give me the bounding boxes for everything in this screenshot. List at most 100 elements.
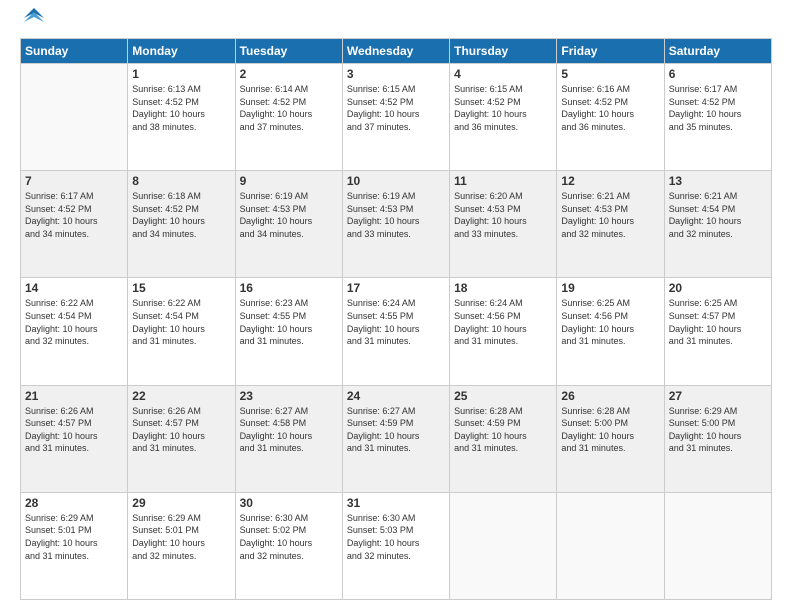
week-row-1: 1 Sunrise: 6:13 AM Sunset: 4:52 PM Daylig…: [21, 64, 772, 171]
day-info: Sunrise: 6:28 AM Sunset: 5:00 PM Dayligh…: [561, 405, 659, 455]
day-info: Sunrise: 6:24 AM Sunset: 4:55 PM Dayligh…: [347, 297, 445, 347]
day-number: 16: [240, 281, 338, 295]
day-header-monday: Monday: [128, 39, 235, 64]
calendar-cell: 1 Sunrise: 6:13 AM Sunset: 4:52 PM Daylig…: [128, 64, 235, 171]
calendar-cell: 2 Sunrise: 6:14 AM Sunset: 4:52 PM Daylig…: [235, 64, 342, 171]
day-info: Sunrise: 6:17 AM Sunset: 4:52 PM Dayligh…: [25, 190, 123, 240]
day-info: Sunrise: 6:26 AM Sunset: 4:57 PM Dayligh…: [132, 405, 230, 455]
day-number: 20: [669, 281, 767, 295]
calendar-cell: 14 Sunrise: 6:22 AM Sunset: 4:54 PM Dayli…: [21, 278, 128, 385]
day-number: 10: [347, 174, 445, 188]
day-number: 29: [132, 496, 230, 510]
day-number: 5: [561, 67, 659, 81]
day-info: Sunrise: 6:14 AM Sunset: 4:52 PM Dayligh…: [240, 83, 338, 133]
calendar-cell: 16 Sunrise: 6:23 AM Sunset: 4:55 PM Dayli…: [235, 278, 342, 385]
calendar-cell: 11Sunrise: 6:20 AM Sunset: 4:53 PM Dayli…: [450, 171, 557, 278]
calendar-cell: [557, 492, 664, 599]
day-info: Sunrise: 6:21 AM Sunset: 4:53 PM Dayligh…: [561, 190, 659, 240]
calendar-cell: 28 Sunrise: 6:29 AM Sunset: 5:01 PM Dayli…: [21, 492, 128, 599]
day-info: Sunrise: 6:15 AM Sunset: 4:52 PM Dayligh…: [347, 83, 445, 133]
calendar-cell: 22 Sunrise: 6:26 AM Sunset: 4:57 PM Dayli…: [128, 385, 235, 492]
day-info: Sunrise: 6:22 AM Sunset: 4:54 PM Dayligh…: [25, 297, 123, 347]
day-number: 1: [132, 67, 230, 81]
day-info: Sunrise: 6:19 AM Sunset: 4:53 PM Dayligh…: [240, 190, 338, 240]
calendar-cell: 24Sunrise: 6:27 AM Sunset: 4:59 PM Dayli…: [342, 385, 449, 492]
logo: [20, 18, 44, 28]
week-row-3: 14 Sunrise: 6:22 AM Sunset: 4:54 PM Dayli…: [21, 278, 772, 385]
day-number: 24: [347, 389, 445, 403]
calendar-table: SundayMondayTuesdayWednesdayThursdayFrid…: [20, 38, 772, 600]
day-info: Sunrise: 6:29 AM Sunset: 5:01 PM Dayligh…: [132, 512, 230, 562]
day-info: Sunrise: 6:30 AM Sunset: 5:02 PM Dayligh…: [240, 512, 338, 562]
calendar-cell: 7 Sunrise: 6:17 AM Sunset: 4:52 PM Daylig…: [21, 171, 128, 278]
day-info: Sunrise: 6:18 AM Sunset: 4:52 PM Dayligh…: [132, 190, 230, 240]
calendar-cell: 3 Sunrise: 6:15 AM Sunset: 4:52 PM Daylig…: [342, 64, 449, 171]
day-number: 25: [454, 389, 552, 403]
calendar-cell: 26 Sunrise: 6:28 AM Sunset: 5:00 PM Dayli…: [557, 385, 664, 492]
header: [20, 18, 772, 28]
calendar-cell: [664, 492, 771, 599]
calendar-cell: 10 Sunrise: 6:19 AM Sunset: 4:53 PM Dayli…: [342, 171, 449, 278]
calendar-cell: 21Sunrise: 6:26 AM Sunset: 4:57 PM Dayli…: [21, 385, 128, 492]
calendar-cell: [450, 492, 557, 599]
calendar-cell: 29 Sunrise: 6:29 AM Sunset: 5:01 PM Dayli…: [128, 492, 235, 599]
day-info: Sunrise: 6:29 AM Sunset: 5:00 PM Dayligh…: [669, 405, 767, 455]
day-header-thursday: Thursday: [450, 39, 557, 64]
week-row-5: 28 Sunrise: 6:29 AM Sunset: 5:01 PM Dayli…: [21, 492, 772, 599]
day-info: Sunrise: 6:21 AM Sunset: 4:54 PM Dayligh…: [669, 190, 767, 240]
day-info: Sunrise: 6:29 AM Sunset: 5:01 PM Dayligh…: [25, 512, 123, 562]
day-header-saturday: Saturday: [664, 39, 771, 64]
day-number: 13: [669, 174, 767, 188]
day-info: Sunrise: 6:26 AM Sunset: 4:57 PM Dayligh…: [25, 405, 123, 455]
day-info: Sunrise: 6:25 AM Sunset: 4:56 PM Dayligh…: [561, 297, 659, 347]
week-row-4: 21Sunrise: 6:26 AM Sunset: 4:57 PM Dayli…: [21, 385, 772, 492]
calendar-cell: [21, 64, 128, 171]
day-header-tuesday: Tuesday: [235, 39, 342, 64]
day-number: 31: [347, 496, 445, 510]
calendar-cell: 9 Sunrise: 6:19 AM Sunset: 4:53 PM Daylig…: [235, 171, 342, 278]
day-number: 23: [240, 389, 338, 403]
calendar-cell: 18 Sunrise: 6:24 AM Sunset: 4:56 PM Dayli…: [450, 278, 557, 385]
calendar-cell: 20Sunrise: 6:25 AM Sunset: 4:57 PM Dayli…: [664, 278, 771, 385]
day-header-sunday: Sunday: [21, 39, 128, 64]
day-number: 18: [454, 281, 552, 295]
day-info: Sunrise: 6:20 AM Sunset: 4:53 PM Dayligh…: [454, 190, 552, 240]
day-number: 30: [240, 496, 338, 510]
day-number: 14: [25, 281, 123, 295]
day-number: 6: [669, 67, 767, 81]
day-number: 22: [132, 389, 230, 403]
day-number: 9: [240, 174, 338, 188]
calendar-cell: 5 Sunrise: 6:16 AM Sunset: 4:52 PM Daylig…: [557, 64, 664, 171]
calendar-cell: 6 Sunrise: 6:17 AM Sunset: 4:52 PM Daylig…: [664, 64, 771, 171]
calendar-cell: 23 Sunrise: 6:27 AM Sunset: 4:58 PM Dayli…: [235, 385, 342, 492]
day-number: 28: [25, 496, 123, 510]
day-number: 2: [240, 67, 338, 81]
day-info: Sunrise: 6:28 AM Sunset: 4:59 PM Dayligh…: [454, 405, 552, 455]
day-number: 3: [347, 67, 445, 81]
day-header-wednesday: Wednesday: [342, 39, 449, 64]
day-info: Sunrise: 6:27 AM Sunset: 4:58 PM Dayligh…: [240, 405, 338, 455]
day-number: 19: [561, 281, 659, 295]
day-number: 17: [347, 281, 445, 295]
day-info: Sunrise: 6:23 AM Sunset: 4:55 PM Dayligh…: [240, 297, 338, 347]
calendar-cell: 19 Sunrise: 6:25 AM Sunset: 4:56 PM Dayli…: [557, 278, 664, 385]
day-info: Sunrise: 6:17 AM Sunset: 4:52 PM Dayligh…: [669, 83, 767, 133]
day-number: 27: [669, 389, 767, 403]
page: SundayMondayTuesdayWednesdayThursdayFrid…: [0, 0, 792, 612]
day-info: Sunrise: 6:13 AM Sunset: 4:52 PM Dayligh…: [132, 83, 230, 133]
day-info: Sunrise: 6:24 AM Sunset: 4:56 PM Dayligh…: [454, 297, 552, 347]
day-info: Sunrise: 6:16 AM Sunset: 4:52 PM Dayligh…: [561, 83, 659, 133]
day-header-friday: Friday: [557, 39, 664, 64]
day-number: 26: [561, 389, 659, 403]
calendar-cell: 17 Sunrise: 6:24 AM Sunset: 4:55 PM Dayli…: [342, 278, 449, 385]
calendar-cell: 12 Sunrise: 6:21 AM Sunset: 4:53 PM Dayli…: [557, 171, 664, 278]
day-number: 15: [132, 281, 230, 295]
calendar-cell: 4Sunrise: 6:15 AM Sunset: 4:52 PM Daylig…: [450, 64, 557, 171]
day-number: 7: [25, 174, 123, 188]
day-info: Sunrise: 6:19 AM Sunset: 4:53 PM Dayligh…: [347, 190, 445, 240]
day-number: 12: [561, 174, 659, 188]
calendar-cell: 13 Sunrise: 6:21 AM Sunset: 4:54 PM Dayli…: [664, 171, 771, 278]
day-number: 4: [454, 67, 552, 81]
day-info: Sunrise: 6:22 AM Sunset: 4:54 PM Dayligh…: [132, 297, 230, 347]
calendar-cell: 15 Sunrise: 6:22 AM Sunset: 4:54 PM Dayli…: [128, 278, 235, 385]
